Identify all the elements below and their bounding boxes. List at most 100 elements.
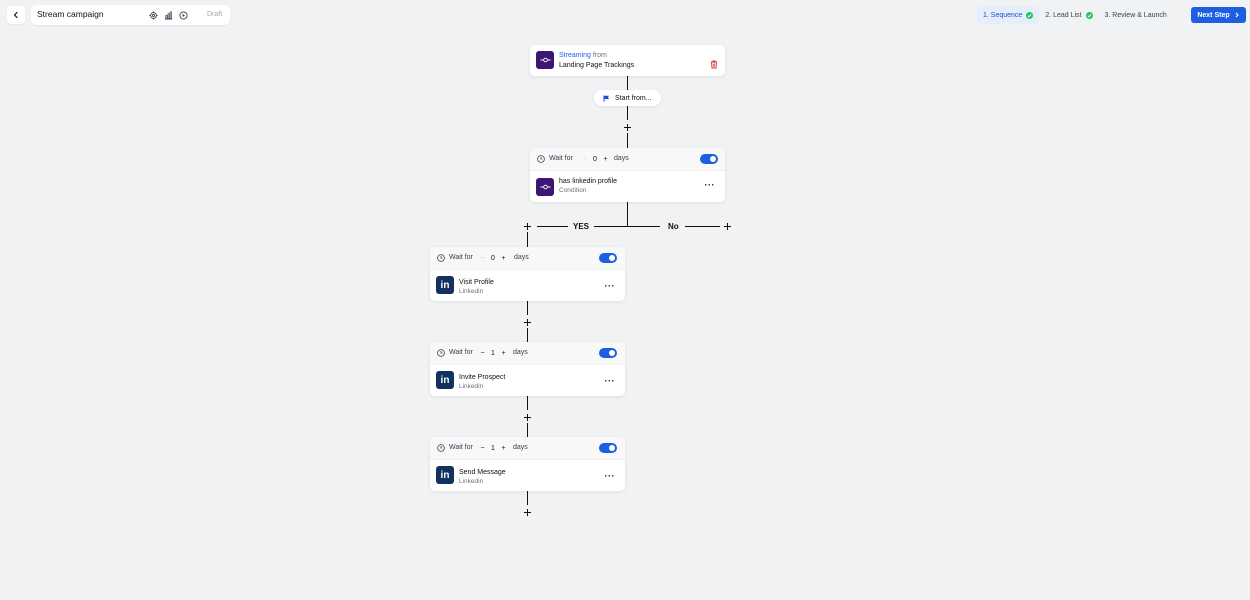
plus-icon [723, 222, 731, 230]
tab-review-launch[interactable]: 3. Review & Launch [1099, 6, 1173, 24]
bar-chart-icon[interactable] [163, 10, 173, 20]
plus-icon [523, 413, 531, 421]
wait-value[interactable]: 1 [491, 350, 495, 357]
increment-button[interactable]: + [499, 445, 508, 452]
campaign-title-bar: Stream campaign Draft [31, 5, 230, 25]
tab-label: 1. Sequence [983, 11, 1023, 19]
add-step-button[interactable] [522, 317, 532, 327]
more-options-button[interactable]: ··· [705, 181, 716, 190]
add-no-step-button[interactable] [722, 221, 732, 231]
connector-line [627, 106, 628, 120]
decrement-button[interactable]: − [478, 445, 487, 452]
condition-title: has linkedin profile [559, 178, 617, 185]
wait-row: Wait for − 1 + days [430, 342, 625, 365]
more-options-button[interactable]: ··· [605, 472, 616, 481]
trigger-source-name: Landing Page Trackings [559, 62, 635, 69]
clock-icon [437, 254, 445, 262]
wait-label: Wait for [549, 155, 573, 162]
wait-toggle[interactable] [599, 253, 617, 263]
connector-line [527, 491, 528, 505]
action-card[interactable]: Wait for − 1 + days in Invite Prospect L… [430, 342, 625, 396]
tab-label: 3. Review & Launch [1104, 11, 1167, 19]
plus-icon [523, 222, 531, 230]
action-card[interactable]: Wait for − 0 + days in Visit Profile Lin… [430, 247, 625, 301]
wait-unit: days [614, 155, 629, 162]
decrement-button[interactable]: − [478, 255, 487, 262]
increment-button[interactable]: + [499, 350, 508, 357]
plus-icon [523, 318, 531, 326]
status-badge: Draft [207, 11, 223, 18]
wait-label: Wait for [449, 349, 473, 356]
wait-stepper: − 1 + [478, 347, 508, 359]
tab-label: 2. Lead List [1045, 11, 1082, 19]
clock-icon [537, 155, 545, 163]
wait-row: Wait for − 1 + days [430, 437, 625, 460]
add-step-button[interactable] [522, 412, 532, 422]
check-icon [1085, 11, 1093, 19]
action-card[interactable]: Wait for − 1 + days in Send Message Link… [430, 437, 625, 491]
connector-line [527, 301, 528, 315]
wait-unit: days [513, 444, 528, 451]
condition-body: has linkedin profile Condition ··· [530, 171, 725, 203]
top-bar: Stream campaign Draft 1. Sequence 2. Lea… [0, 0, 1250, 30]
action-title: Visit Profile [459, 279, 494, 286]
wait-row: Wait for − 0 + days [430, 247, 625, 270]
decrement-button[interactable]: − [478, 350, 487, 357]
start-from-button[interactable]: Start from... [594, 90, 661, 106]
step-tabs: 1. Sequence 2. Lead List 3. Review & Lau… [977, 6, 1173, 24]
trash-icon[interactable] [710, 56, 718, 74]
connector-line [627, 202, 628, 226]
wait-toggle[interactable] [599, 348, 617, 358]
chevron-right-icon [1235, 12, 1239, 18]
action-title: Send Message [459, 469, 506, 476]
branch-line-no [685, 226, 720, 227]
action-body: in Visit Profile Linkedin ··· [430, 270, 625, 302]
action-subtitle: Linkedin [459, 383, 484, 390]
connector-line [627, 76, 628, 90]
linkedin-icon: in [436, 466, 454, 484]
add-step-button[interactable] [522, 507, 532, 517]
wait-unit: days [513, 349, 528, 356]
wait-value[interactable]: 1 [491, 445, 495, 452]
check-icon [1026, 11, 1034, 19]
action-title: Invite Prospect [459, 374, 506, 381]
wait-unit: days [514, 254, 529, 261]
wait-stepper: − 0 + [478, 252, 508, 264]
connector-line [527, 396, 528, 410]
condition-card[interactable]: Wait for − 0 + days has linkedin profile… [530, 148, 725, 202]
decrement-button[interactable]: − [580, 156, 589, 163]
wait-value[interactable]: 0 [593, 156, 597, 163]
clock-icon [437, 444, 445, 452]
action-subtitle: Linkedin [459, 478, 484, 485]
trigger-card[interactable]: Streaming from Landing Page Trackings [530, 45, 725, 76]
back-button[interactable] [7, 6, 25, 24]
linkedin-icon: in [436, 276, 454, 294]
play-icon[interactable] [178, 10, 188, 20]
gear-icon[interactable] [148, 10, 158, 20]
increment-button[interactable]: + [499, 255, 508, 262]
plus-icon [623, 123, 631, 131]
wait-stepper: − 0 + [580, 153, 610, 165]
linkedin-icon: in [436, 371, 454, 389]
branch-line-yes [537, 226, 568, 227]
plus-icon [523, 508, 531, 516]
add-yes-step-button[interactable] [522, 221, 532, 231]
branch-yes-label: YES [573, 222, 590, 231]
clock-icon [437, 349, 445, 357]
add-step-button[interactable] [622, 122, 632, 132]
increment-button[interactable]: + [601, 156, 610, 163]
wait-toggle[interactable] [599, 443, 617, 453]
wait-toggle[interactable] [700, 154, 718, 164]
trigger-source-suffix: from [592, 52, 607, 59]
more-options-button[interactable]: ··· [605, 377, 616, 386]
tab-lead-list[interactable]: 2. Lead List [1039, 6, 1098, 24]
campaign-title[interactable]: Stream campaign [37, 9, 104, 19]
tab-sequence[interactable]: 1. Sequence [977, 6, 1040, 24]
stream-icon [536, 178, 554, 196]
branch-no-label: No [668, 222, 679, 231]
wait-label: Wait for [449, 444, 473, 451]
wait-label: Wait for [449, 254, 473, 261]
more-options-button[interactable]: ··· [605, 282, 616, 291]
next-step-button[interactable]: Next Step [1191, 7, 1246, 23]
wait-value[interactable]: 0 [491, 255, 495, 262]
